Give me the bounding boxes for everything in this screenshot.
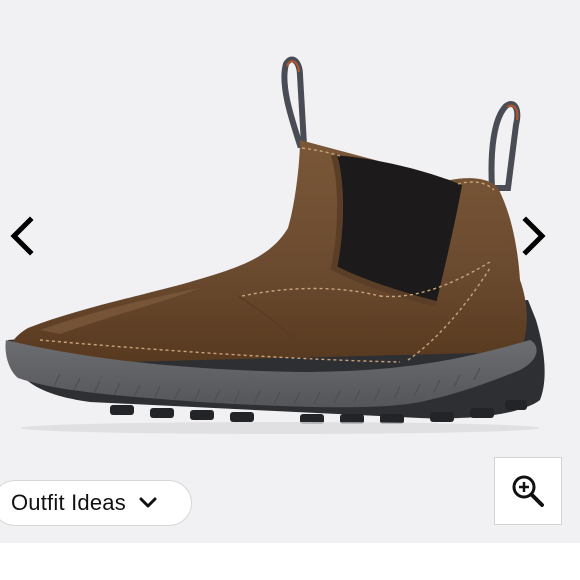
chevron-down-icon (138, 496, 158, 510)
chelsea-boot-image (5, 56, 545, 434)
previous-image-button[interactable] (0, 214, 44, 258)
next-image-button[interactable] (512, 214, 556, 258)
zoom-button[interactable] (494, 457, 562, 525)
outfit-ideas-label: Outfit Ideas (11, 490, 126, 515)
product-image-gallery: Outfit Ideas (0, 0, 580, 543)
outfit-ideas-button[interactable]: Outfit Ideas (0, 480, 192, 526)
zoom-in-icon (512, 475, 544, 507)
chevron-right-icon (522, 216, 546, 256)
chevron-left-icon (10, 216, 34, 256)
page-footer-area (0, 543, 580, 580)
